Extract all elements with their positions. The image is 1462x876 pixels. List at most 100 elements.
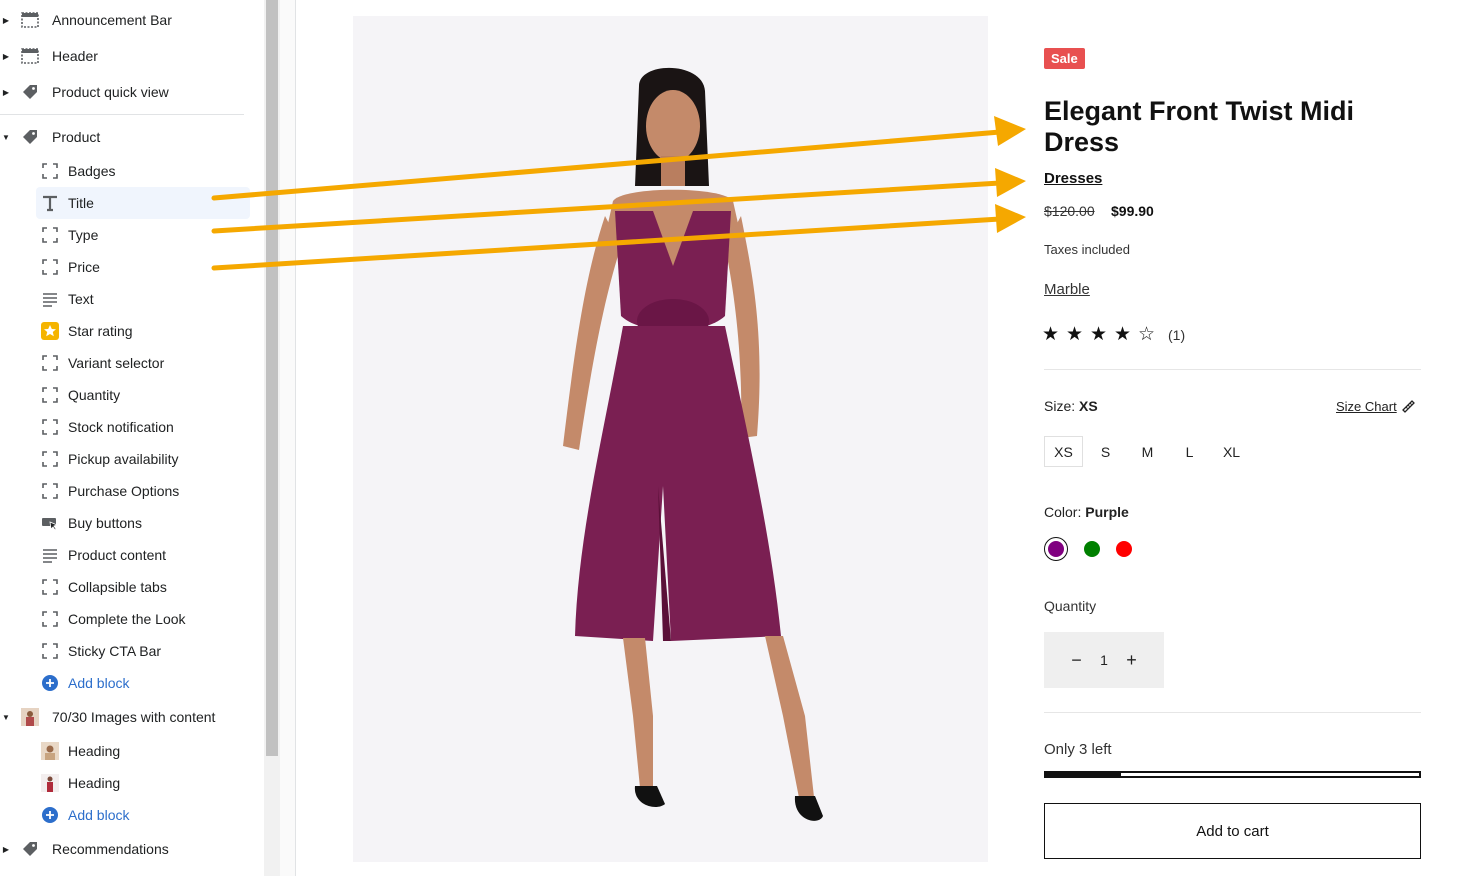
block-label: Variant selector: [68, 355, 165, 371]
image-thumb-icon: [40, 773, 60, 793]
caret-right-icon[interactable]: ▶: [0, 52, 12, 61]
size-label-text: Size:: [1044, 398, 1076, 414]
star-filled-icon: ★: [1114, 324, 1132, 345]
block-label: Product content: [68, 547, 167, 563]
block-icon: [40, 449, 60, 469]
taxes-note: Taxes included: [1044, 242, 1130, 257]
block-purchase-options[interactable]: Purchase Options: [36, 475, 250, 507]
stock-progress-fill: [1046, 773, 1121, 776]
editor-sidebar: ▶ Announcement Bar ▶ Header ▶ Product qu…: [0, 0, 264, 876]
plus-circle-icon: [40, 673, 60, 693]
quantity-label: Quantity: [1044, 598, 1097, 614]
star-rating[interactable]: ★ ★ ★ ★ ☆ (1): [1042, 325, 1185, 345]
add-block-button[interactable]: Add block: [36, 799, 250, 831]
caret-right-icon[interactable]: ▶: [0, 16, 12, 25]
color-swatch-purple[interactable]: [1044, 537, 1068, 561]
block-label: Buy buttons: [68, 515, 142, 531]
section-product-quick-view[interactable]: ▶ Product quick view: [0, 76, 244, 108]
text-t-icon: [40, 193, 60, 213]
quantity-value[interactable]: 1: [1100, 652, 1108, 668]
compare-at-price: $120.00: [1044, 203, 1095, 219]
caret-right-icon[interactable]: ▶: [0, 88, 12, 97]
stock-notification: Only 3 left: [1044, 741, 1112, 758]
block-product-content[interactable]: Product content: [36, 539, 250, 571]
block-icon: [40, 481, 60, 501]
divider: [1044, 712, 1421, 713]
color-label-text: Color:: [1044, 504, 1082, 520]
layout-header-icon: [20, 46, 40, 66]
block-label: Badges: [68, 163, 116, 179]
section-images-with-content[interactable]: ▼ 70/30 Images with content: [0, 701, 244, 733]
block-icon: [40, 257, 60, 277]
block-star-rating[interactable]: Star rating: [36, 315, 250, 347]
vendor-link[interactable]: Marble: [1044, 281, 1090, 298]
add-to-cart-button[interactable]: Add to cart: [1044, 803, 1421, 859]
product-type-link[interactable]: Dresses: [1044, 170, 1102, 187]
size-option-l[interactable]: L: [1170, 436, 1209, 467]
block-icon: [40, 385, 60, 405]
quantity-decrease-button[interactable]: −: [1071, 651, 1082, 669]
block-label: Text: [68, 291, 94, 307]
color-label: Color: Purple: [1044, 504, 1129, 520]
block-quantity[interactable]: Quantity: [36, 379, 250, 411]
block-type[interactable]: Type: [36, 219, 250, 251]
product-image[interactable]: [353, 16, 988, 862]
text-lines-icon: [40, 545, 60, 565]
caret-down-icon[interactable]: ▼: [0, 713, 12, 722]
star-filled-icon: ★: [1042, 324, 1060, 345]
block-label: Quantity: [68, 387, 121, 403]
block-heading[interactable]: Heading: [36, 735, 250, 767]
model-in-dress-illustration: [353, 16, 988, 862]
tag-icon: [20, 82, 40, 102]
block-price[interactable]: Price: [36, 251, 250, 283]
color-swatches: [1044, 537, 1148, 561]
block-complete-the-look[interactable]: Complete the Look: [36, 603, 250, 635]
block-label: Heading: [68, 775, 121, 791]
layout-header-icon: [20, 10, 40, 30]
block-text[interactable]: Text: [36, 283, 250, 315]
section-product[interactable]: ▼ Product: [0, 121, 244, 153]
block-stock-notification[interactable]: Stock notification: [36, 411, 250, 443]
star-filled-icon: ★: [1090, 324, 1108, 345]
section-label: Product quick view: [52, 84, 169, 100]
size-option-m[interactable]: M: [1128, 436, 1167, 467]
block-label: Heading: [68, 743, 121, 759]
size-chart-link[interactable]: Size Chart: [1336, 399, 1416, 414]
block-label: Sticky CTA Bar: [68, 643, 162, 659]
color-swatch-red[interactable]: [1116, 541, 1132, 557]
image-thumb-icon: [40, 741, 60, 761]
section-recommendations[interactable]: ▶ Recommendations: [0, 833, 244, 865]
size-option-xs[interactable]: XS: [1044, 436, 1083, 467]
add-block-label: Add block: [68, 807, 130, 823]
size-option-xl[interactable]: XL: [1212, 436, 1251, 467]
block-buy-buttons[interactable]: Buy buttons: [36, 507, 250, 539]
image-thumb-icon: [20, 707, 40, 727]
color-selected-value: Purple: [1085, 504, 1129, 520]
block-label: Price: [68, 259, 100, 275]
block-title[interactable]: Title: [36, 187, 250, 219]
sidebar-scrollbar-thumb[interactable]: [266, 0, 278, 756]
block-badges[interactable]: Badges: [36, 155, 250, 187]
block-icon: [40, 417, 60, 437]
quantity-increase-button[interactable]: +: [1126, 651, 1137, 669]
block-label: Collapsible tabs: [68, 579, 167, 595]
block-variant-selector[interactable]: Variant selector: [36, 347, 250, 379]
plus-circle-icon: [40, 805, 60, 825]
size-option-s[interactable]: S: [1086, 436, 1125, 467]
preview-frame-edge: [280, 0, 296, 876]
block-icon: [40, 225, 60, 245]
size-options: XS S M L XL: [1044, 436, 1254, 467]
block-collapsible-tabs[interactable]: Collapsible tabs: [36, 571, 250, 603]
size-selected-value: XS: [1079, 398, 1098, 414]
color-swatch-green[interactable]: [1084, 541, 1100, 557]
block-label: Pickup availability: [68, 451, 179, 467]
section-header[interactable]: ▶ Header: [0, 40, 244, 72]
block-sticky-cta-bar[interactable]: Sticky CTA Bar: [36, 635, 250, 667]
caret-right-icon[interactable]: ▶: [0, 845, 12, 854]
block-heading[interactable]: Heading: [36, 767, 250, 799]
section-announcement-bar[interactable]: ▶ Announcement Bar: [0, 4, 244, 36]
block-pickup-availability[interactable]: Pickup availability: [36, 443, 250, 475]
add-block-button[interactable]: Add block: [36, 667, 250, 699]
section-label: Announcement Bar: [52, 12, 172, 28]
caret-down-icon[interactable]: ▼: [0, 133, 12, 142]
